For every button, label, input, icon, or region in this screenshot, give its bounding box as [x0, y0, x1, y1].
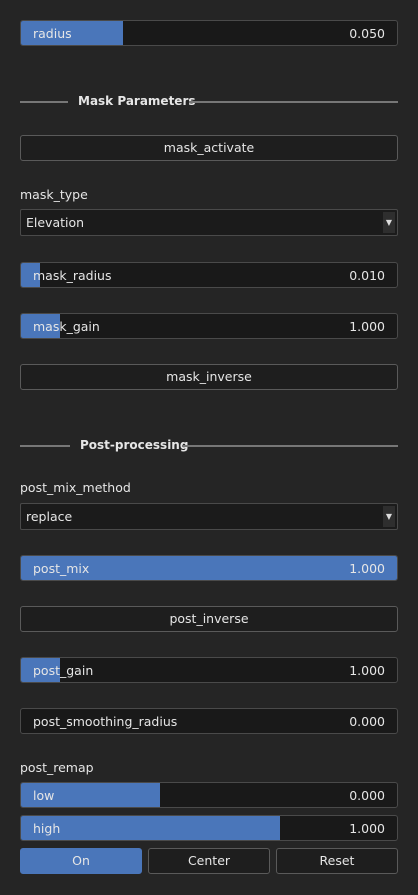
section-divider-right	[182, 445, 398, 447]
post-processing-header: Post-processing	[20, 438, 398, 454]
post-mix-value: 1.000	[349, 561, 385, 576]
mask-parameters-header: Mask Parameters	[20, 94, 398, 110]
mask-activate-button[interactable]: mask_activate	[20, 135, 398, 161]
mask-type-select[interactable]: Elevation ▼	[20, 209, 398, 236]
remap-reset-button[interactable]: Reset	[276, 848, 398, 874]
post-smoothing-radius-slider[interactable]: post_smoothing_radius 0.000	[20, 708, 398, 734]
remap-high-slider[interactable]: high 1.000	[20, 815, 398, 841]
chevron-down-icon[interactable]: ▼	[383, 506, 395, 527]
post-processing-title: Post-processing	[80, 438, 189, 452]
post-gain-slider[interactable]: post_gain 1.000	[20, 657, 398, 683]
remap-high-label: high	[33, 821, 61, 836]
mask-type-value: Elevation	[26, 215, 85, 230]
mask-radius-label: mask_radius	[33, 268, 112, 283]
post-smoothing-radius-value: 0.000	[349, 714, 385, 729]
mask-gain-label: mask_gain	[33, 319, 100, 334]
remap-low-value: 0.000	[349, 788, 385, 803]
post-mix-method-value: replace	[26, 509, 73, 524]
post-inverse-button[interactable]: post_inverse	[20, 606, 398, 632]
remap-low-label: low	[33, 788, 55, 803]
post-mix-slider[interactable]: post_mix 1.000	[20, 555, 398, 581]
remap-low-slider[interactable]: low 0.000	[20, 782, 398, 808]
remap-on-button[interactable]: On	[20, 848, 142, 874]
post-remap-label: post_remap	[20, 760, 94, 775]
mask-type-label: mask_type	[20, 187, 88, 202]
post-mix-label: post_mix	[33, 561, 90, 576]
post-smoothing-radius-label: post_smoothing_radius	[33, 714, 178, 729]
mask-parameters-title: Mask Parameters	[78, 94, 196, 108]
section-divider-left	[20, 101, 68, 103]
radius-value: 0.050	[349, 26, 385, 41]
section-divider-right	[189, 101, 398, 103]
remap-high-value: 1.000	[349, 821, 385, 836]
mask-gain-value: 1.000	[349, 319, 385, 334]
chevron-down-icon[interactable]: ▼	[383, 212, 395, 233]
section-divider-left	[20, 445, 70, 447]
radius-label: radius	[33, 26, 72, 41]
remap-center-button[interactable]: Center	[148, 848, 270, 874]
radius-slider[interactable]: radius 0.050	[20, 20, 398, 46]
post-mix-method-select[interactable]: replace ▼	[20, 503, 398, 530]
mask-radius-slider[interactable]: mask_radius 0.010	[20, 262, 398, 288]
mask-gain-slider[interactable]: mask_gain 1.000	[20, 313, 398, 339]
post-gain-value: 1.000	[349, 663, 385, 678]
mask-radius-value: 0.010	[349, 268, 385, 283]
post-gain-label: post_gain	[33, 663, 94, 678]
mask-inverse-button[interactable]: mask_inverse	[20, 364, 398, 390]
post-mix-method-label: post_mix_method	[20, 480, 131, 495]
